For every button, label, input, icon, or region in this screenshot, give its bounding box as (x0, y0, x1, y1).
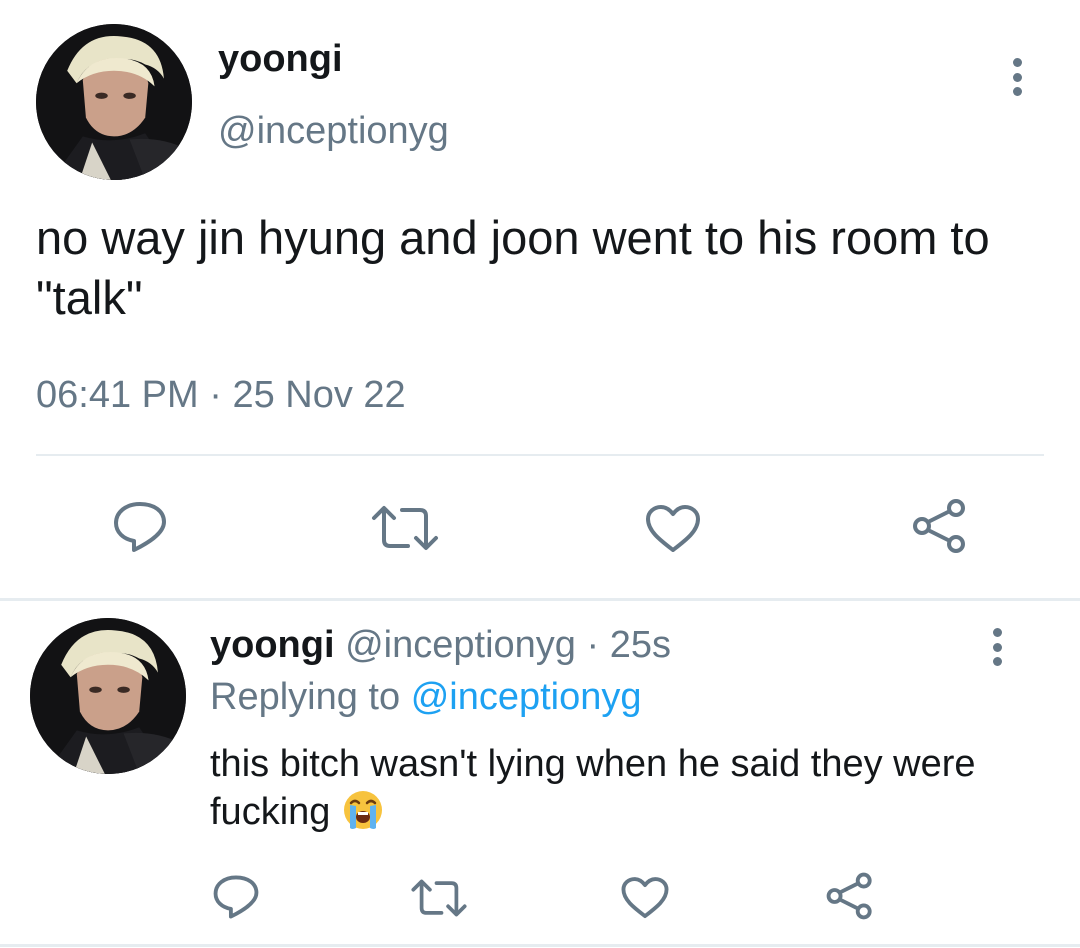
user-handle[interactable]: @inceptionyg (345, 624, 576, 666)
replying-prefix: Replying to (210, 676, 401, 718)
tweet-text: no way jin hyung and joon went to his ro… (36, 211, 990, 324)
tweet-time: 06:41 PM (36, 374, 199, 416)
tweet-timestamp: 06:41 PM · 25 Nov 22 (36, 374, 406, 417)
reply-icon[interactable] (212, 874, 260, 920)
main-tweet: yoongi @inceptionyg no way jin hyung and… (0, 0, 1080, 600)
heart-icon[interactable] (644, 504, 702, 554)
tweet-separator (0, 598, 1080, 601)
share-icon[interactable] (824, 872, 876, 920)
divider (0, 944, 1080, 947)
reply-text-content: this bitch wasn't lying when he said the… (210, 743, 976, 833)
display-name[interactable]: yoongi (210, 624, 335, 666)
tweet-age: 25s (609, 624, 671, 666)
heart-icon[interactable] (620, 876, 670, 920)
avatar[interactable] (30, 618, 186, 774)
meta-separator: · (586, 624, 600, 666)
replying-to: Replying to @inceptionyg (210, 676, 642, 719)
tweet-date: 25 Nov 22 (232, 374, 406, 416)
meta-separator: · (209, 374, 222, 416)
user-handle[interactable]: @inceptionyg (218, 110, 449, 153)
avatar[interactable] (36, 24, 192, 180)
more-options-icon[interactable] (990, 628, 1004, 666)
mention-link[interactable]: @inceptionyg (411, 676, 642, 718)
retweet-icon[interactable] (410, 878, 468, 918)
profile-photo (36, 24, 192, 180)
loudly-crying-face-emoji (341, 788, 385, 832)
tweet-text: this bitch wasn't lying when he said the… (210, 740, 1050, 836)
reply-icon[interactable] (112, 500, 168, 554)
share-icon[interactable] (910, 498, 970, 554)
retweet-icon[interactable] (370, 504, 440, 552)
reply-header: yoongi @inceptionyg · 25s (210, 624, 671, 667)
divider (36, 454, 1044, 456)
display-name[interactable]: yoongi (218, 38, 343, 81)
more-options-icon[interactable] (1010, 58, 1024, 96)
profile-photo (30, 618, 186, 774)
